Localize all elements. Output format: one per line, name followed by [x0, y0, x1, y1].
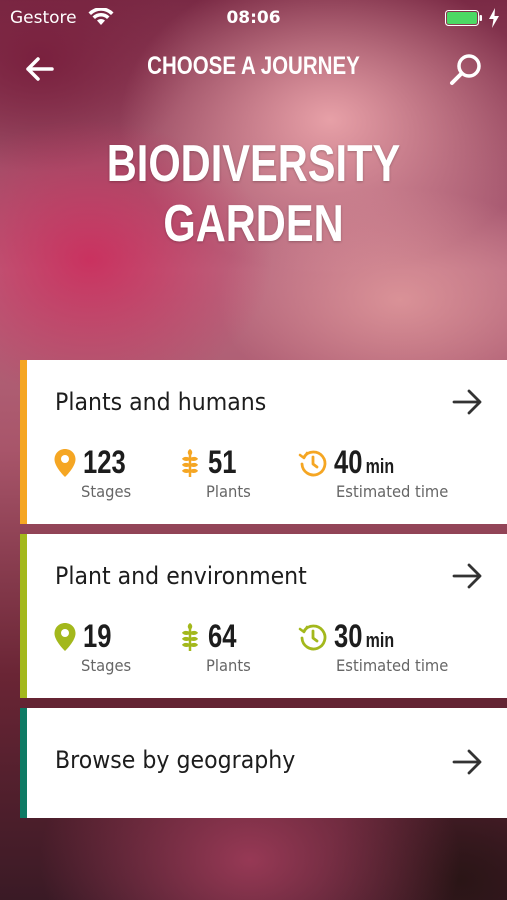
- clock-time: 08:06: [226, 8, 281, 28]
- battery-icon: [445, 10, 482, 26]
- clock-icon: [298, 624, 327, 651]
- page-title: CHOOSE A JOURNEY: [147, 52, 360, 80]
- wheat-icon: [182, 449, 198, 477]
- plants-label: Plants: [206, 482, 251, 501]
- garden-title: BIODIVERSITY GARDEN: [106, 135, 401, 253]
- time-value: 40 min: [334, 444, 395, 480]
- accent-stripe: [20, 708, 27, 818]
- time-value: 30 min: [334, 618, 395, 654]
- charging-bolt-icon: [489, 8, 499, 28]
- plants-label: Plants: [206, 656, 251, 675]
- map-pin-icon: [54, 623, 76, 651]
- accent-stripe: [20, 534, 27, 698]
- journey-title: Plants and humans: [55, 388, 267, 416]
- arrow-right-icon[interactable]: [452, 562, 484, 590]
- journey-title: Plant and environment: [55, 562, 307, 590]
- plants-count: 64: [208, 618, 237, 654]
- stages-label: Stages: [81, 482, 132, 501]
- journey-card-plant-and-environment[interactable]: Plant and environment 19 Stages 64 Plant…: [20, 534, 507, 698]
- stages-label: Stages: [81, 656, 132, 675]
- arrow-right-icon[interactable]: [452, 748, 484, 776]
- navigation-bar: CHOOSE A JOURNEY: [0, 44, 507, 92]
- stages-count: 19: [83, 618, 112, 654]
- plants-count: 51: [208, 444, 237, 480]
- map-pin-icon: [54, 449, 76, 477]
- journey-card-browse-by-geography[interactable]: Browse by geography: [20, 708, 507, 818]
- search-icon[interactable]: [448, 52, 484, 88]
- accent-stripe: [20, 360, 27, 524]
- status-bar: Gestore 08:06: [0, 0, 507, 36]
- arrow-right-icon[interactable]: [452, 388, 484, 416]
- stages-count: 123: [83, 444, 126, 480]
- clock-icon: [298, 450, 327, 477]
- time-label: Estimated time: [336, 656, 449, 675]
- time-label: Estimated time: [336, 482, 449, 501]
- journey-title: Browse by geography: [55, 746, 296, 774]
- wheat-icon: [182, 623, 198, 651]
- journey-card-plants-and-humans[interactable]: Plants and humans 123 Stages 51 Plants 4…: [20, 360, 507, 524]
